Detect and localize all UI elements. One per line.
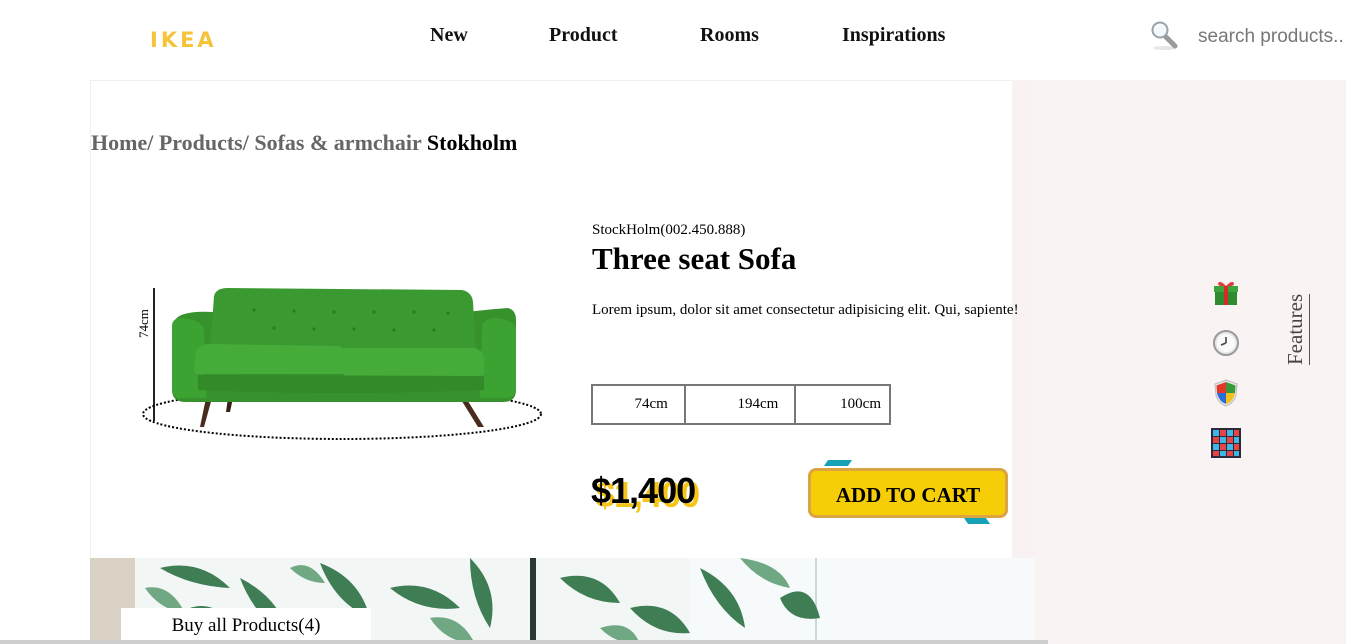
nav-item-product[interactable]: Product <box>549 24 618 47</box>
product-price: $1,400 <box>591 470 696 511</box>
dimension-width: 194cm <box>686 386 797 423</box>
features-label[interactable]: Features <box>1283 293 1310 365</box>
search-input[interactable] <box>1198 22 1346 52</box>
shield-icon[interactable] <box>1211 378 1241 408</box>
nav-item-rooms[interactable]: Rooms <box>700 24 759 47</box>
dimensions-table: 74cm 194cm 100cm <box>591 384 891 425</box>
add-to-cart-button[interactable]: ADD TO CART <box>808 468 1008 518</box>
dimension-depth: 100cm <box>840 396 881 412</box>
ikea-logo[interactable]: IKEA <box>150 28 217 52</box>
cart-button-accent <box>963 518 991 524</box>
dimension-height: 74cm <box>593 386 686 423</box>
breadcrumb: Home/ Products/ Sofas & armchair Stokhol… <box>91 130 517 156</box>
product-description: Lorem ipsum, dolor sit amet consectetur … <box>592 302 1019 318</box>
clock-icon[interactable] <box>1211 328 1241 358</box>
content-side-strip <box>1012 80 1035 558</box>
product-sku: StockHolm(002.450.888) <box>592 222 746 238</box>
horizontal-scrollbar[interactable] <box>0 640 1048 644</box>
buy-all-products-button[interactable]: Buy all Products(4) <box>121 608 371 644</box>
sofa-image <box>142 288 542 440</box>
breadcrumb-path[interactable]: Home/ Products/ Sofas & armchair <box>91 130 421 155</box>
nav-item-inspirations[interactable]: Inspirations <box>842 24 945 47</box>
product-title: Three seat Sofa <box>592 241 797 276</box>
breadcrumb-current: Stokholm <box>426 130 518 155</box>
search-icon[interactable] <box>1150 20 1180 50</box>
cart-button-accent <box>823 460 853 466</box>
nav-item-new[interactable]: New <box>430 24 468 47</box>
top-header: IKEA New Product Rooms Inspirations <box>0 0 1346 80</box>
grid-icon[interactable] <box>1211 428 1241 458</box>
gift-icon[interactable] <box>1211 278 1241 308</box>
